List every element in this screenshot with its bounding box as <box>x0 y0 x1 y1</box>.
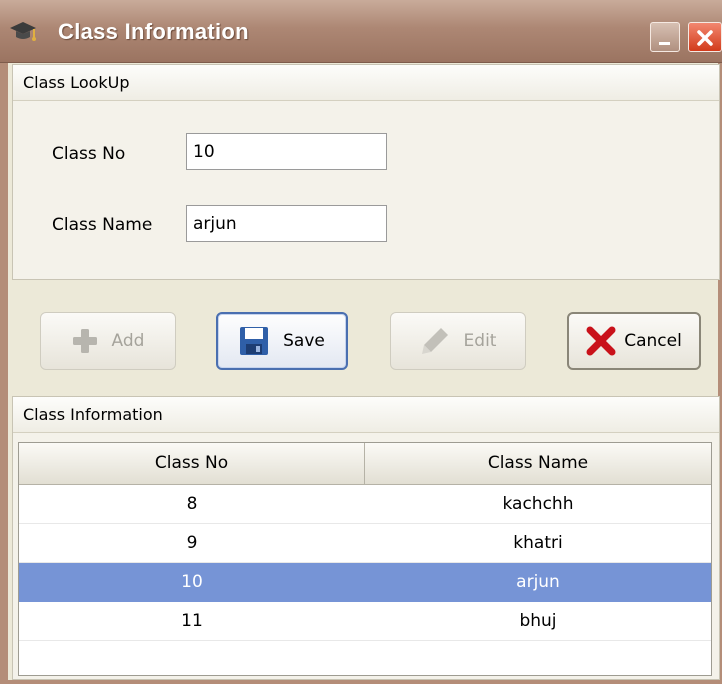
table-row[interactable]: 9 khatri <box>19 524 711 563</box>
graduation-cap-icon <box>10 22 36 41</box>
cancel-button[interactable]: Cancel <box>567 312 701 370</box>
edit-button-label: Edit <box>463 331 497 351</box>
class-no-field[interactable] <box>186 133 387 170</box>
title-bar[interactable]: Class Information <box>0 0 722 63</box>
cell-class-name: bhuj <box>519 611 557 631</box>
cell-class-name: kachchh <box>502 494 574 514</box>
column-header-class-no[interactable]: Class No <box>19 443 365 484</box>
cell-class-no: 10 <box>181 572 203 592</box>
class-table[interactable]: Class No Class Name 8 kachchh 9 khatri 1… <box>18 442 712 676</box>
cell-class-name: khatri <box>513 533 563 553</box>
floppy-disk-icon <box>240 327 269 355</box>
cell-class-no: 8 <box>186 494 198 514</box>
pencil-icon <box>421 328 448 354</box>
window-title: Class Information <box>58 19 249 44</box>
class-name-field[interactable] <box>186 205 387 242</box>
red-x-icon <box>586 326 616 356</box>
cell-class-no: 9 <box>186 533 198 553</box>
close-icon <box>697 30 713 46</box>
table-row[interactable]: 8 kachchh <box>19 485 711 524</box>
class-lookup-header: Class LookUp <box>13 65 719 101</box>
plus-icon <box>72 329 97 353</box>
save-button[interactable]: Save <box>216 312 348 370</box>
table-row-selected[interactable]: 10 arjun <box>19 563 711 602</box>
column-header-class-name[interactable]: Class Name <box>365 443 711 484</box>
class-no-label: Class No <box>52 144 126 164</box>
table-row[interactable]: 11 bhuj <box>19 602 711 641</box>
save-button-label: Save <box>283 331 325 351</box>
class-lookup-group: Class LookUp <box>12 64 720 280</box>
close-button[interactable] <box>688 22 722 52</box>
add-button[interactable]: Add <box>40 312 176 370</box>
cell-class-name: arjun <box>516 572 560 592</box>
edit-button[interactable]: Edit <box>390 312 526 370</box>
table-header: Class No Class Name <box>19 443 711 485</box>
class-information-header: Class Information <box>13 397 719 433</box>
add-button-label: Add <box>111 331 145 351</box>
cancel-button-label: Cancel <box>624 331 682 351</box>
minimize-button[interactable] <box>650 22 680 52</box>
cell-class-no: 11 <box>181 611 203 631</box>
minimize-icon <box>659 42 670 45</box>
class-name-label: Class Name <box>52 215 153 235</box>
